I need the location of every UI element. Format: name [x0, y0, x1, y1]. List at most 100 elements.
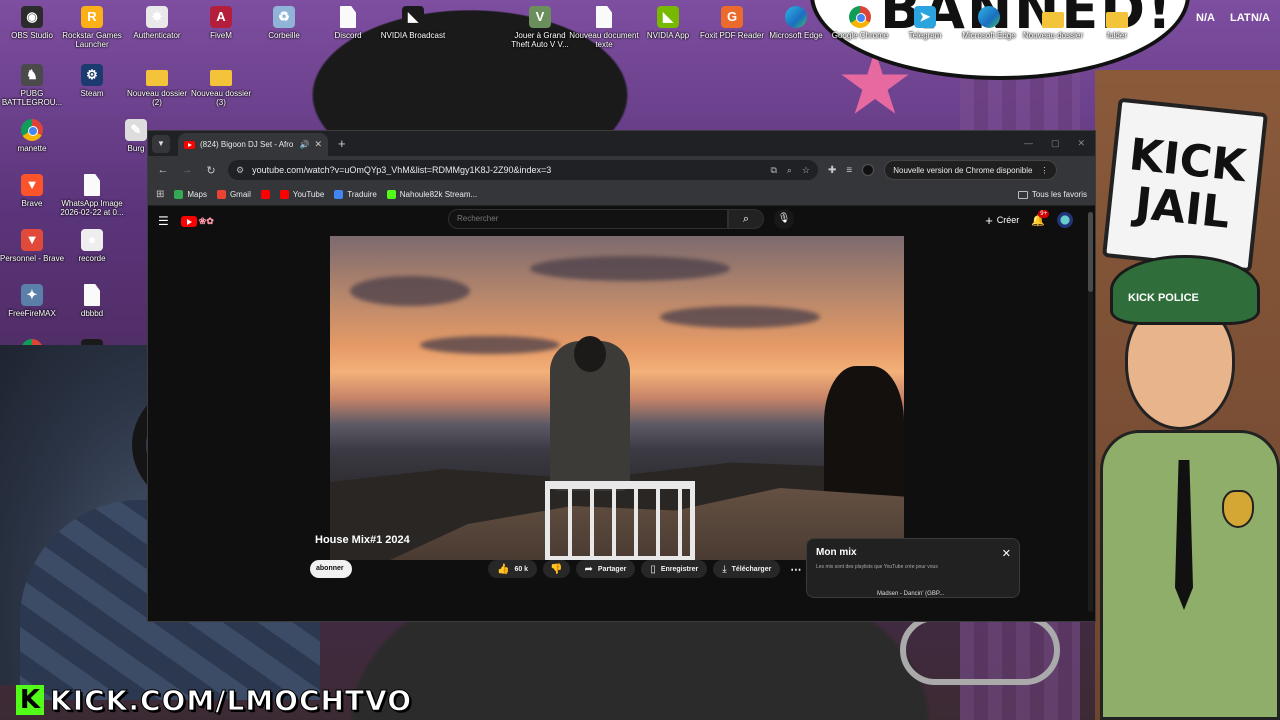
download-label: Télécharger	[731, 565, 772, 573]
url-text[interactable]: youtube.com/watch?v=uOmQYp3_VhM&list=RDM…	[252, 165, 762, 175]
desktop-icon[interactable]: ● recorde	[57, 229, 127, 263]
desktop-icon[interactable]: Nouveau dossier (2)	[122, 64, 192, 107]
desktop-icon-label: PUBG BATTLEGROU...	[1, 89, 63, 107]
desktop-icon[interactable]: R Rockstar Games Launcher	[57, 6, 127, 49]
desktop-icon[interactable]: ⚙ Steam	[57, 64, 127, 98]
save-button[interactable]: ▯ Enregistrer	[641, 560, 708, 578]
authenticator-icon: ✸	[146, 6, 168, 28]
desktop-icon[interactable]: Nouveau document texte	[569, 6, 639, 49]
bookmark-label: Nahoule82k Stream...	[399, 190, 478, 199]
desktop-icon[interactable]: WhatsApp Image 2026-02-22 at 0...	[57, 174, 127, 217]
telegram-icon: ➤	[914, 6, 936, 28]
desktop-icon[interactable]: Google Chrome	[825, 6, 895, 40]
youtube-masthead: ☰ ❀✿ Rechercher ⌕ 🎙 + Créer 🔔 9+	[148, 206, 1095, 236]
menu-icon[interactable]: ☰	[158, 214, 169, 228]
desktop-icon[interactable]: ➤ Telegram	[890, 6, 960, 40]
close-icon[interactable]: ✕	[314, 139, 322, 150]
search-input[interactable]: Rechercher	[448, 209, 728, 229]
desktop-icon[interactable]: fulder	[1082, 6, 1152, 40]
bookmark-item[interactable]: Maps	[174, 190, 207, 199]
download-button[interactable]: ⤓ Télécharger	[713, 560, 781, 578]
hud-label: LAT	[1230, 12, 1251, 24]
desktop-icon[interactable]: Nouveau dossier (3)	[186, 64, 256, 107]
desktop-icon[interactable]: Microsoft Edge	[761, 6, 831, 40]
video-dj-table	[545, 481, 695, 560]
more-actions-button[interactable]: ⋯	[786, 560, 805, 578]
menu-dots-icon[interactable]: ⋮	[1040, 166, 1048, 175]
maximize-button[interactable]: ▢	[1051, 138, 1060, 149]
tab-youtube[interactable]: (824) Bigoon DJ Set - Afro H... 🔊 ✕	[178, 132, 328, 157]
kick-banner: K KICK.COM/LMOCHTVO	[0, 680, 412, 720]
zoom-icon[interactable]: ⌕	[787, 165, 792, 176]
tab-strip: ▼ (824) Bigoon DJ Set - Afro H... 🔊 ✕ + …	[148, 131, 1095, 157]
desktop-icon[interactable]: ♻ Corbeille	[249, 6, 319, 40]
star-icon[interactable]: ☆	[802, 165, 810, 176]
media-controls-icon[interactable]: ≡	[846, 165, 852, 176]
bookmark-item[interactable]: Traduire	[334, 190, 377, 199]
all-bookmarks-label: Tous les favoris	[1031, 190, 1087, 199]
all-bookmarks-button[interactable]: Tous les favoris	[1017, 190, 1087, 199]
minimize-button[interactable]: —	[1024, 138, 1033, 149]
avatar[interactable]	[1057, 212, 1073, 228]
forward-icon[interactable]: →	[180, 164, 194, 176]
address-bar[interactable]: ⚙ youtube.com/watch?v=uOmQYp3_VhM&list=R…	[228, 160, 818, 180]
kick-url: KICK.COM/LMOCHTVO	[49, 683, 413, 717]
gmail-icon	[216, 190, 226, 199]
scrollbar[interactable]	[1088, 212, 1093, 612]
bookmark-item[interactable]: YouTube	[279, 190, 324, 199]
tab-search-button[interactable]: ▼	[152, 134, 170, 153]
desktop-icon[interactable]: ✸ Authenticator	[122, 6, 192, 40]
microphone-icon[interactable]: 🎙	[774, 209, 794, 229]
profile-avatar[interactable]	[862, 164, 875, 176]
sky-cloud	[350, 276, 470, 306]
close-icon[interactable]: ✕	[1002, 547, 1011, 560]
thumbs-down-icon: 👎	[550, 563, 563, 575]
desktop-icon[interactable]: ◣ NVIDIA App	[633, 6, 703, 40]
like-button[interactable]: 👍 60 k	[488, 560, 538, 578]
search-icon[interactable]: ⌕	[728, 209, 764, 229]
speaker-icon[interactable]: 🔊	[299, 140, 309, 149]
share-button[interactable]: ➦ Partager	[575, 560, 636, 578]
apps-grid-icon[interactable]: ⊞	[156, 189, 164, 200]
new-tab-button[interactable]: +	[338, 136, 346, 151]
dislike-button[interactable]: 👎	[543, 560, 570, 578]
install-app-icon[interactable]: ⧉	[770, 165, 776, 176]
bookmark-item[interactable]	[260, 190, 270, 199]
desktop-icon-label: Personnel - Brave	[0, 254, 65, 263]
bookmark-item[interactable]: Gmail	[216, 190, 251, 199]
back-icon[interactable]: ←	[156, 164, 170, 176]
bookmark-item[interactable]: Nahoule82k Stream...	[386, 190, 478, 199]
hud-value: N/A	[1196, 12, 1215, 24]
desktop-icon[interactable]: A FiveM	[186, 6, 256, 40]
mix-subtitle: Les mix sont des playlists que YouTube c…	[816, 564, 938, 570]
desktop-icon-label: Authenticator	[133, 31, 181, 40]
youtube-logo[interactable]: ❀✿	[180, 215, 214, 227]
maps-icon	[174, 190, 184, 199]
desktop-icon[interactable]: G Foxit PDF Reader	[697, 6, 767, 40]
desktop-icon-label: Microsoft Edge	[962, 31, 1016, 40]
subscribe-button[interactable]: abonner	[310, 560, 352, 578]
desktop-icon-label: manette	[17, 144, 47, 153]
reload-icon[interactable]: ↻	[204, 164, 218, 177]
desktop-icon[interactable]: V Jouer à Grand Theft Auto V V...	[505, 6, 575, 49]
chrome-update-button[interactable]: Nouvelle version de Chrome disponible ⋮	[884, 160, 1058, 180]
desktop-icon[interactable]: manette	[0, 119, 67, 153]
scroll-thumb[interactable]	[1088, 212, 1093, 292]
desktop-icon[interactable]: dbbbd	[57, 284, 127, 318]
desktop-icon[interactable]: Microsoft Edge	[954, 6, 1024, 40]
close-window-button[interactable]: ✕	[1077, 138, 1085, 149]
nvidia-broadcast-icon: ◣	[402, 6, 424, 28]
create-button[interactable]: + Créer	[985, 213, 1019, 228]
mix-next-item[interactable]: Madsen - Dancin' (GBP...	[877, 591, 944, 597]
desktop-icon[interactable]: ◣ NVIDIA Broadcast	[378, 6, 448, 40]
desktop-icon-label: Nouveau dossier (2)	[126, 89, 188, 107]
desktop-icon-label: Nouveau dossier	[1022, 31, 1084, 40]
video-player[interactable]	[330, 236, 904, 560]
site-info-icon[interactable]: ⚙	[236, 165, 244, 176]
video-tree	[824, 366, 904, 506]
badge-icon	[1222, 490, 1254, 528]
bell-icon[interactable]: 🔔 9+	[1031, 209, 1050, 227]
desktop-icon[interactable]: Discord	[313, 6, 383, 40]
extensions-icon[interactable]: ✚	[828, 165, 836, 176]
desktop-icon[interactable]: Nouveau dossier	[1018, 6, 1088, 40]
